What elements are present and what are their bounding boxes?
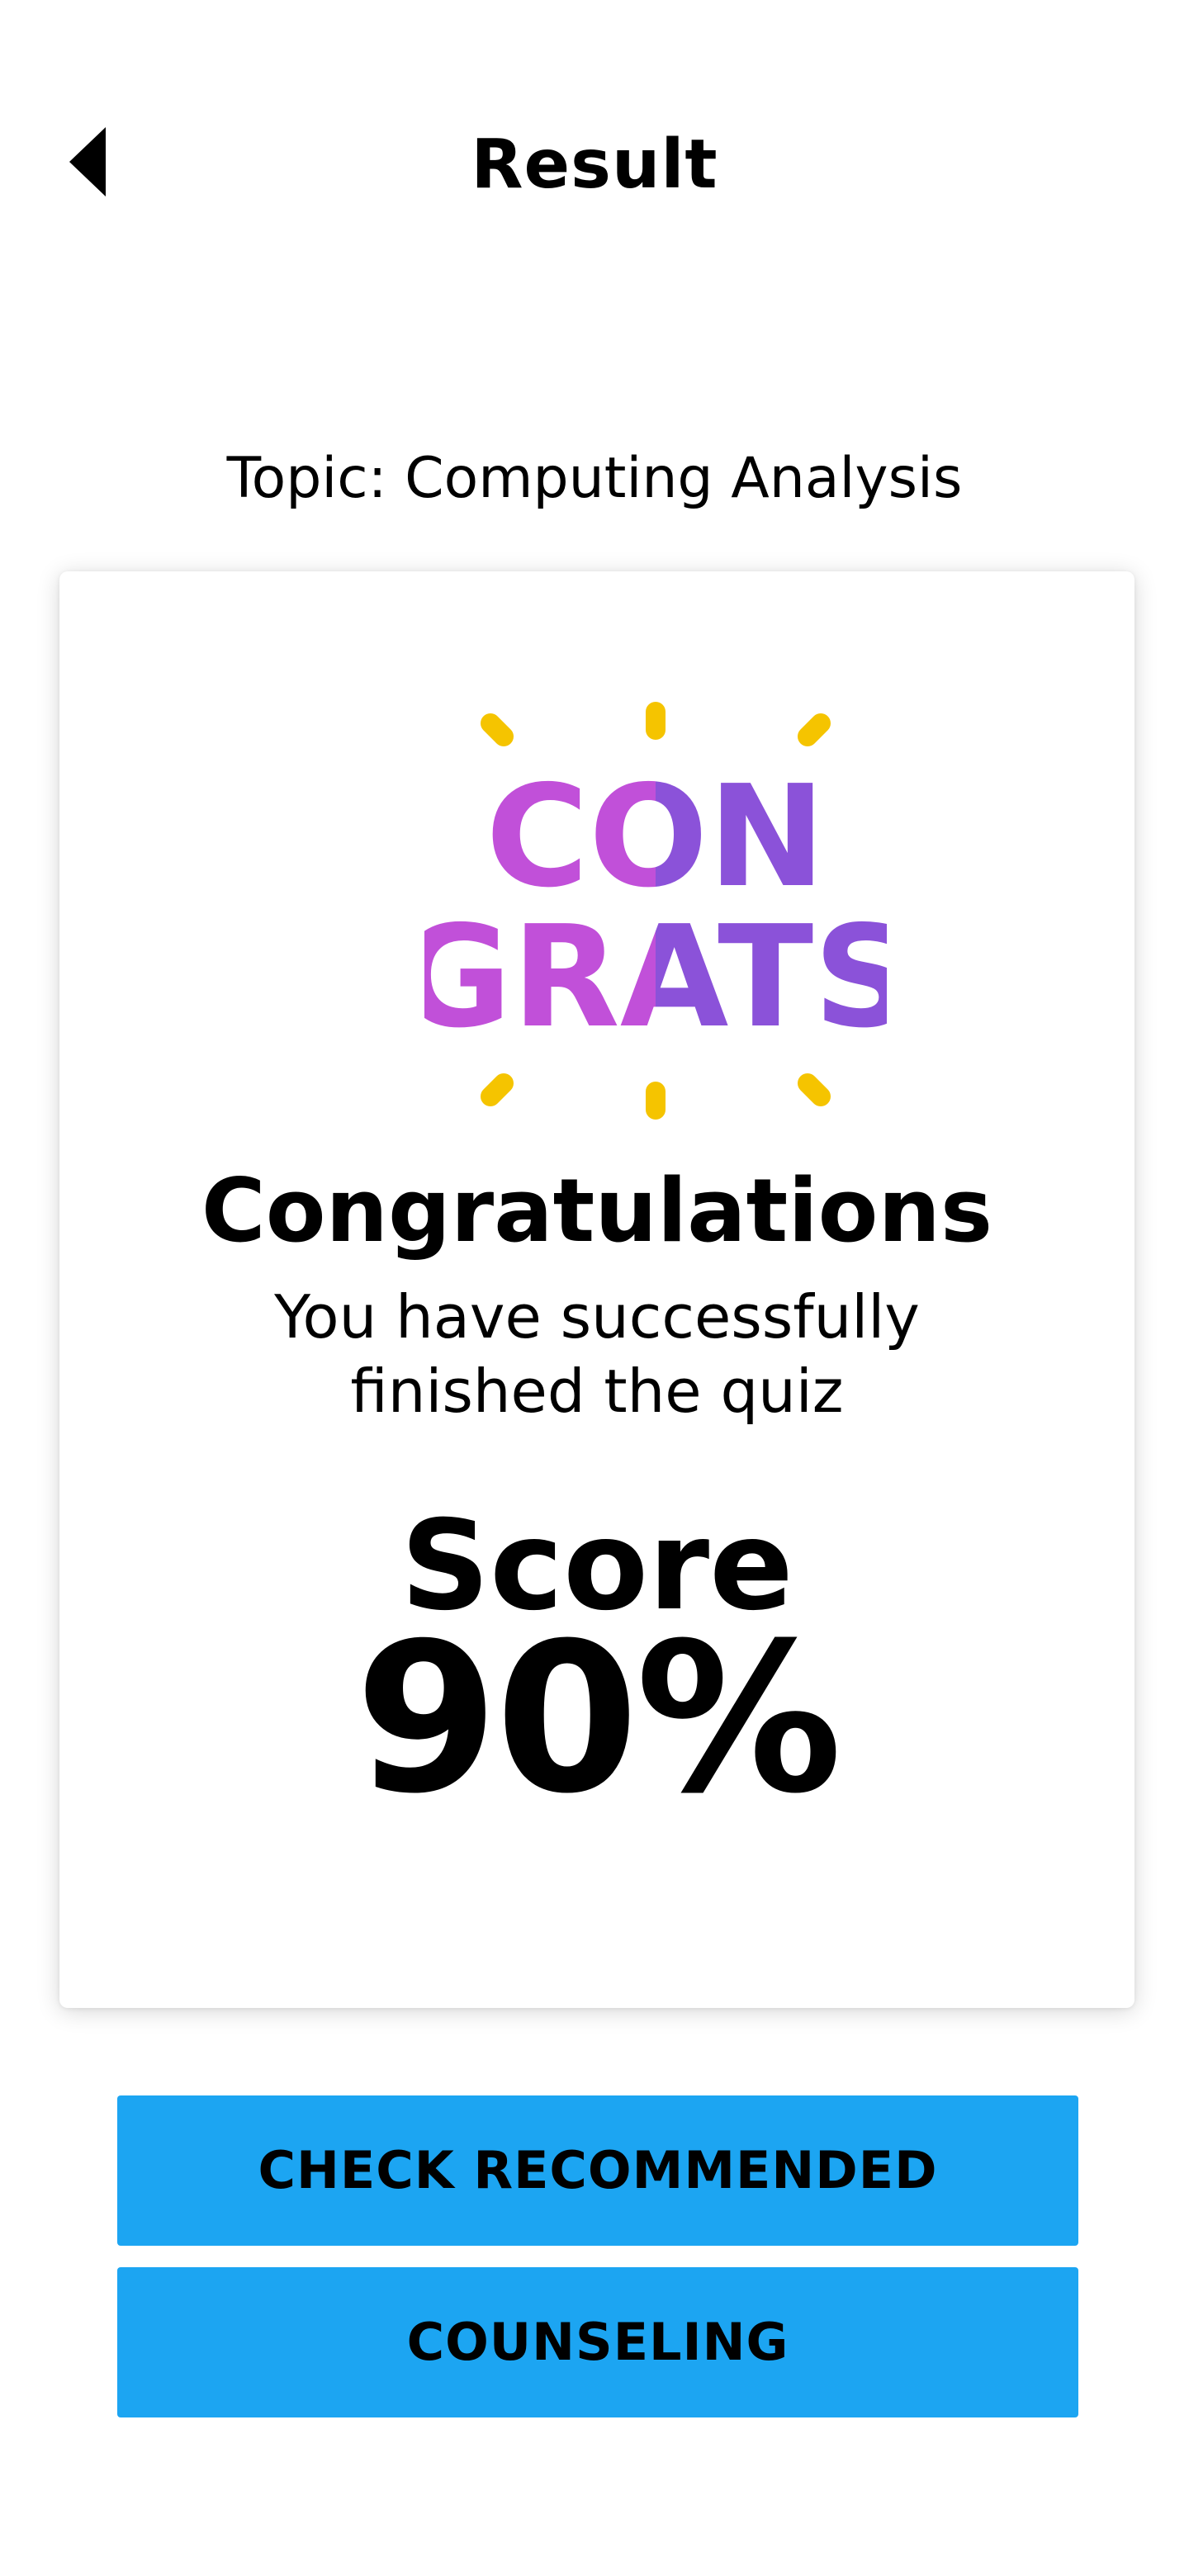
congratulations-subtitle: You have successfully finished the quiz — [274, 1282, 920, 1426]
check-recommended-button[interactable]: CHECK RECOMMENDED — [117, 2095, 1078, 2246]
congrats-illustration: CON GRATS — [424, 702, 887, 1120]
congrats-line-2: GRATS — [424, 896, 887, 1059]
congratulations-heading: Congratulations — [201, 1160, 993, 1262]
page-title: Result — [471, 125, 718, 204]
score-value: 90% — [354, 1598, 842, 1839]
app-header: Result — [0, 0, 1189, 204]
topic-label: Topic: Computing Analysis — [226, 446, 963, 511]
result-card: CON GRATS Congratulations You have succe… — [59, 571, 1135, 2008]
congrats-line-1: CON — [486, 755, 826, 919]
counseling-button[interactable]: COUNSELING — [117, 2267, 1078, 2417]
